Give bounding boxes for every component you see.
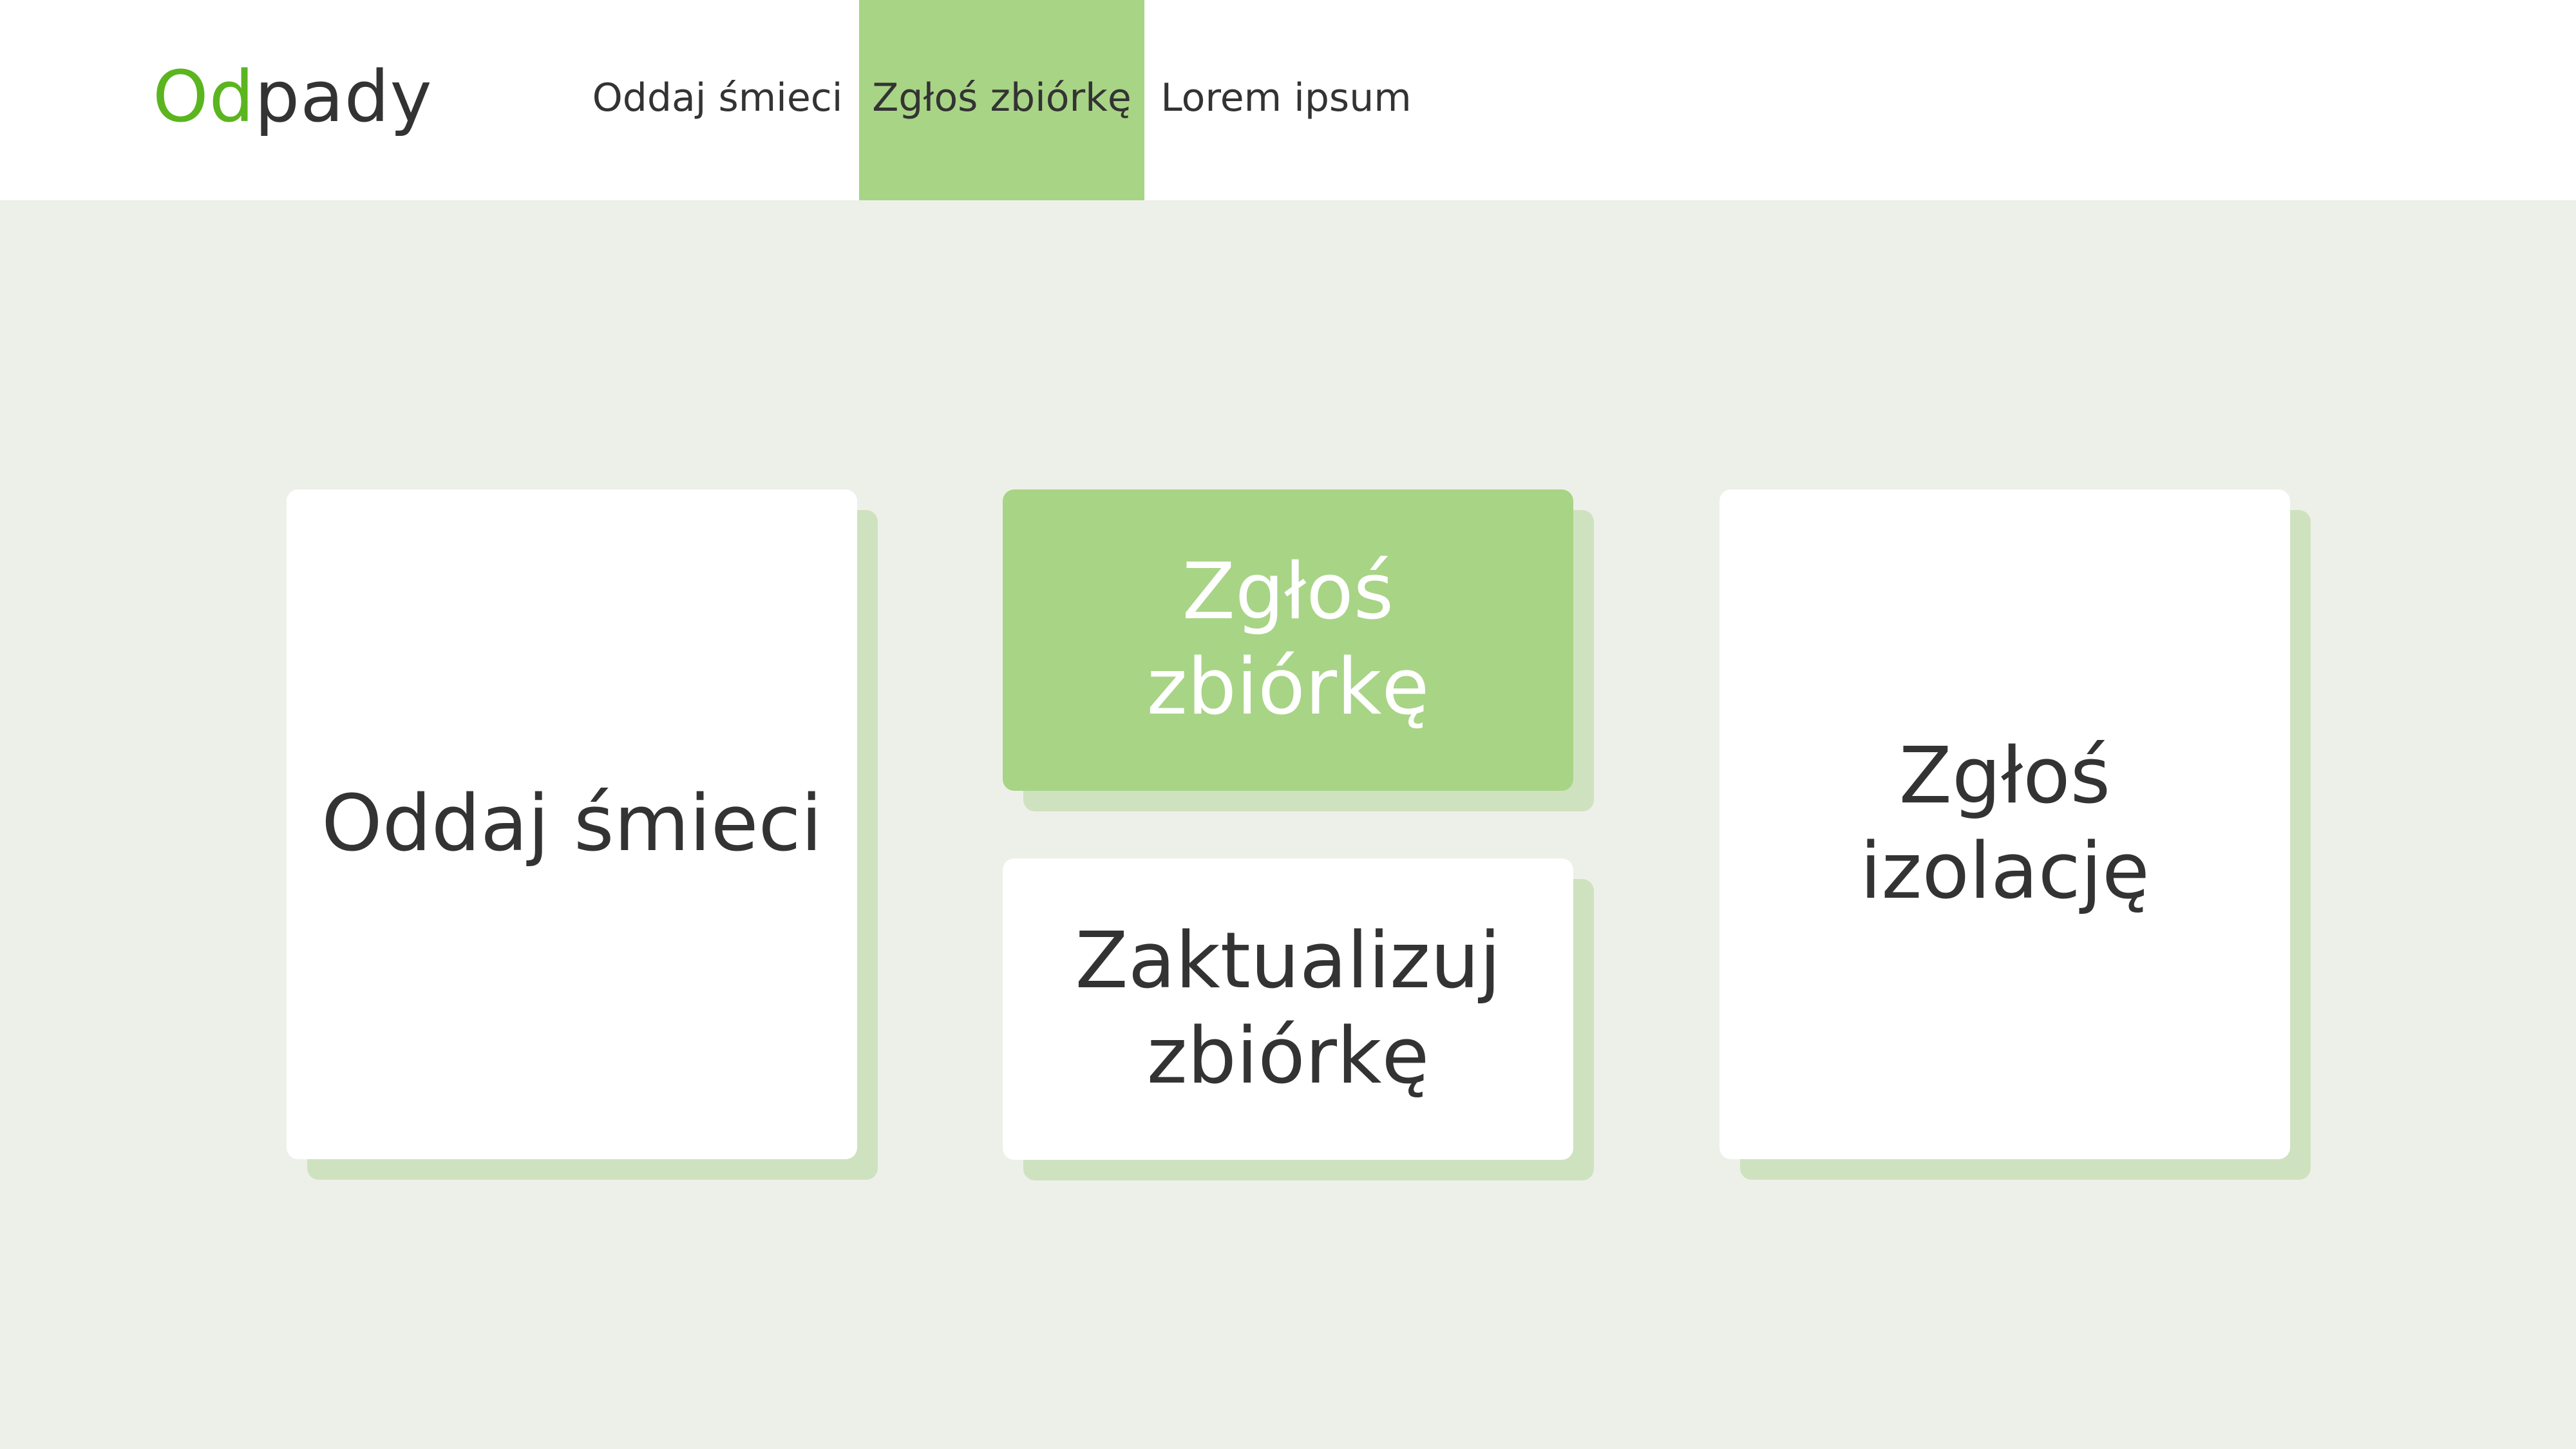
tile-zaktualizuj-zbiorke[interactable]: Zaktualizuj zbiórkę [1003, 858, 1573, 1160]
tile-zglos-zbiorke[interactable]: Zgłoś zbiórkę [1003, 489, 1573, 791]
tile-oddaj-smieci[interactable]: Oddaj śmieci [287, 489, 857, 1159]
tile-zglos-izolacje-label: Zgłoś izolację [1860, 732, 2150, 916]
nav-item-lorem-ipsum[interactable]: Lorem ipsum [1151, 0, 1421, 200]
top-navigation-bar: Odpady Oddaj śmieci Zgłoś zbiórkę Lorem … [0, 0, 2576, 200]
tile-zaktualizuj-zbiorke-label: Zaktualizuj zbiórkę [1075, 916, 1501, 1101]
tile-zglos-izolacje[interactable]: Zgłoś izolację [1719, 489, 2290, 1159]
app-logo[interactable]: Odpady [153, 52, 433, 142]
nav-item-oddaj-smieci[interactable]: Oddaj śmieci [582, 0, 853, 200]
tile-oddaj-smieci-label: Oddaj śmieci [321, 779, 822, 869]
logo-rest: pady [254, 55, 433, 138]
logo-accent: Od [153, 55, 255, 138]
tile-zglos-zbiorke-label: Zgłoś zbiórkę [1146, 547, 1430, 732]
nav-item-zglos-zbiorke[interactable]: Zgłoś zbiórkę [859, 0, 1144, 200]
